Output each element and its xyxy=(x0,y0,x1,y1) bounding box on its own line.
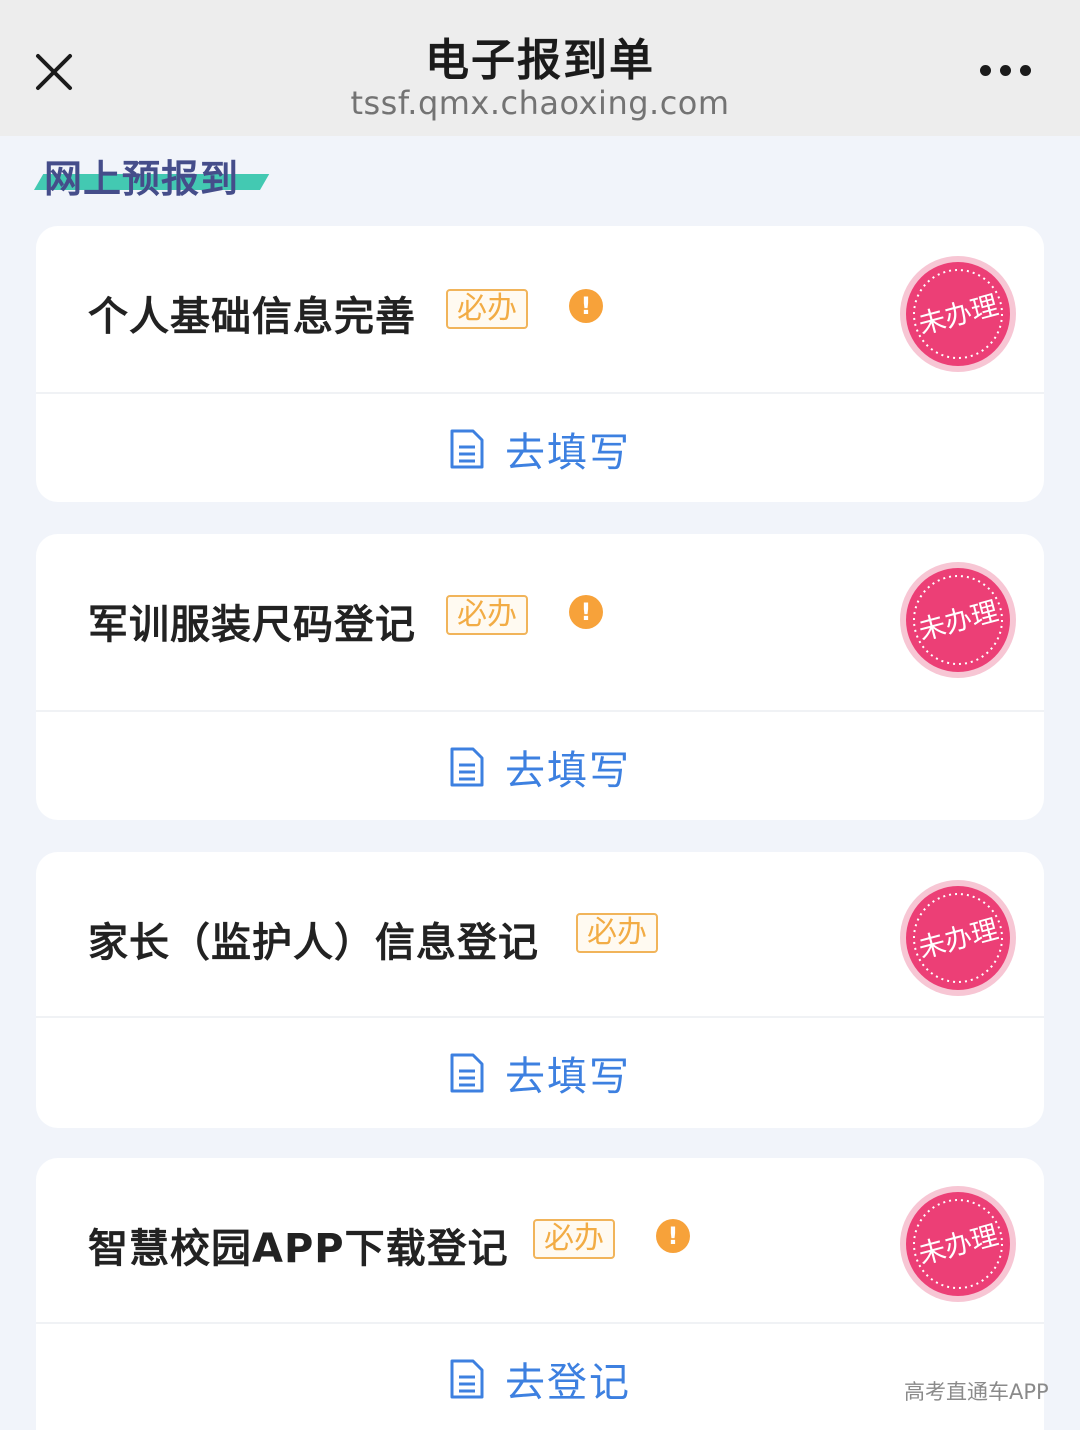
section-header: 网上预报到 xyxy=(34,146,270,201)
task-title: 个人基础信息完善 xyxy=(88,294,416,340)
watermark: 高考直通车APP xyxy=(904,1380,1049,1404)
action-label: 去填写 xyxy=(505,430,631,476)
document-icon xyxy=(450,747,484,787)
not-processed-stamp: 未办理 xyxy=(900,1186,1016,1302)
page-url: tssf.qmx.chaoxing.com xyxy=(350,84,730,122)
task-card: 智慧校园APP下载登记 必办 ! 未办理 去登记 xyxy=(36,1158,1044,1430)
not-processed-stamp: 未办理 xyxy=(900,256,1016,372)
task-card: 家长（监护人）信息登记 必办 未办理 去填写 xyxy=(36,852,1044,1128)
action-label: 去填写 xyxy=(505,748,631,794)
required-badge: 必办 xyxy=(533,1219,615,1259)
not-processed-stamp: 未办理 xyxy=(900,880,1016,996)
top-bar: 电子报到单 tssf.qmx.chaoxing.com xyxy=(0,0,1080,136)
document-icon xyxy=(450,1053,484,1093)
fill-in-button[interactable]: 去填写 xyxy=(36,1018,1044,1128)
task-title: 军训服装尺码登记 xyxy=(88,602,416,648)
task-title: 智慧校园APP下载登记 xyxy=(88,1226,509,1272)
fill-in-button[interactable]: 去填写 xyxy=(36,394,1044,504)
warning-icon[interactable]: ! xyxy=(656,1219,690,1253)
task-title: 家长（监护人）信息登记 xyxy=(88,920,539,966)
task-card: 个人基础信息完善 必办 ! 未办理 去填写 xyxy=(36,226,1044,502)
section-title: 网上预报到 xyxy=(44,157,240,201)
document-icon xyxy=(450,429,484,469)
fill-in-button[interactable]: 去填写 xyxy=(36,712,1044,822)
warning-icon[interactable]: ! xyxy=(569,595,603,629)
document-icon xyxy=(450,1359,484,1399)
required-badge: 必办 xyxy=(576,913,658,953)
required-badge: 必办 xyxy=(446,595,528,635)
action-label: 去填写 xyxy=(505,1054,631,1100)
warning-icon[interactable]: ! xyxy=(569,289,603,323)
not-processed-stamp: 未办理 xyxy=(900,562,1016,678)
page-title: 电子报到单 xyxy=(425,35,655,86)
task-card: 军训服装尺码登记 必办 ! 未办理 去填写 xyxy=(36,534,1044,820)
required-badge: 必办 xyxy=(446,289,528,329)
register-button[interactable]: 去登记 xyxy=(36,1324,1044,1430)
action-label: 去登记 xyxy=(505,1360,631,1406)
more-icon[interactable] xyxy=(972,56,1040,86)
